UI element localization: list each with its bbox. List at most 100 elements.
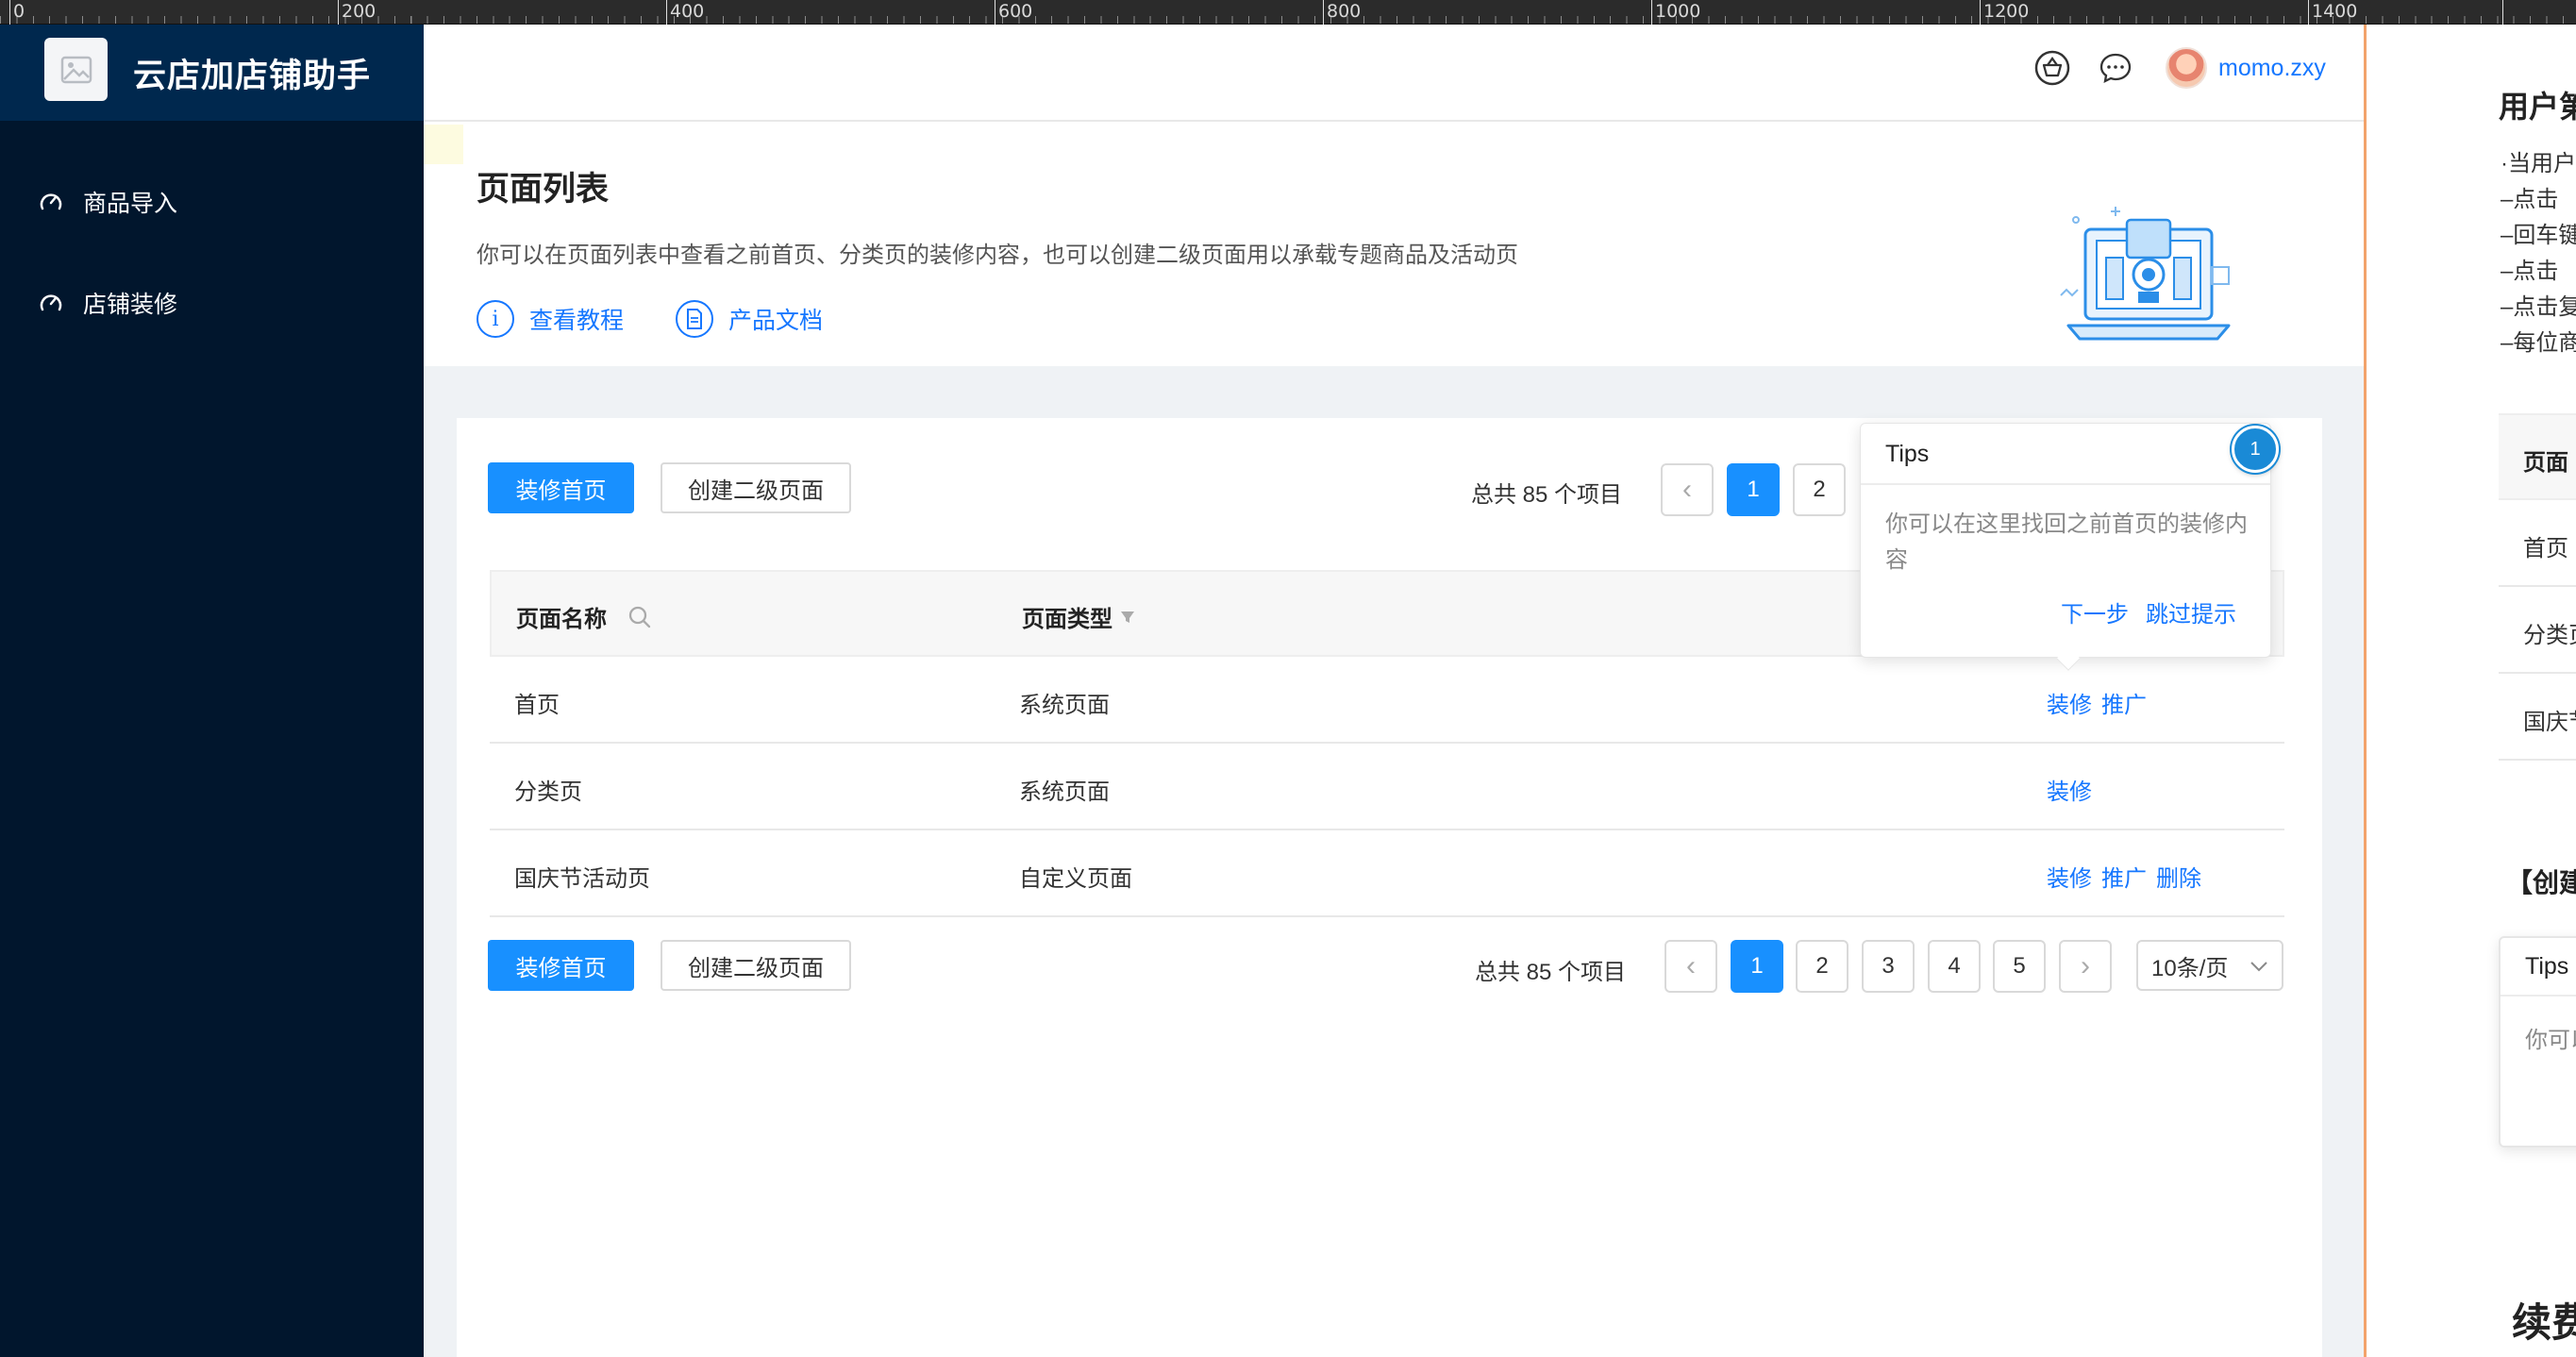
cell-page-name: 国庆节活动页 (514, 866, 650, 892)
chevron-left-icon: ‹ (1682, 474, 1692, 505)
ruler-tick (1323, 0, 1324, 25)
column-header-page-name: 页面名称 (516, 600, 652, 633)
delete-link[interactable]: 删除 (2156, 860, 2201, 893)
decorate-link[interactable]: 装修 (2047, 686, 2092, 719)
pagination-page[interactable]: 2 (1796, 940, 1848, 993)
ruler-label: 1400 (2312, 1, 2358, 22)
highlight-marker (424, 125, 463, 164)
ruler-label: 0 (13, 1, 25, 22)
pagination-page[interactable]: 5 (1993, 940, 2046, 993)
annotation-table-header-label: 页面 (2523, 450, 2568, 476)
ruler-label: 800 (1327, 1, 1362, 22)
table-row: 首页 系统页面 装修 推广 (490, 657, 2284, 744)
promote-link[interactable]: 推广 (2101, 686, 2147, 719)
link-label: 查看教程 (529, 308, 625, 334)
sidebar-item-shop-decoration[interactable]: 店铺装修 (38, 279, 177, 327)
annotation-bottom-title: 续费 (2512, 1300, 2576, 1345)
cell-page-type: 自定义页面 (1019, 866, 1132, 892)
right-annotation-panel: 用户第 ·当用户 –点击 –回车键 –点击 –点击复 –每位商 页面 首页 分类… (2369, 25, 2576, 1357)
annotation-line: –点击 (2501, 259, 2559, 284)
chat-bubble-icon[interactable] (2097, 49, 2134, 87)
tips-next-button[interactable]: 下一步 (2061, 595, 2129, 628)
table-row: 分类页 (2499, 587, 2576, 674)
annotation-cell: 国庆节 (2523, 710, 2576, 735)
annotation-cell: 分类页 (2523, 623, 2576, 648)
sidebar: 云店加店铺助手 商品导入 店铺装修 (0, 25, 424, 1357)
product-docs-link[interactable]: 产品文档 (676, 300, 823, 338)
page-description: 你可以在页面列表中查看之前首页、分类页的装修内容，也可以创建二级页面用以承载专题… (477, 243, 1518, 268)
brand-bar: 云店加店铺助手 (0, 25, 424, 121)
tips-popover: Tips 你可以在这里找回之前首页的装修内容 下一步 跳过提示 (1860, 423, 2271, 671)
tips-body: 你可以在这里找回之前首页的装修内容 (1885, 511, 2248, 573)
column-header-label: 页面名称 (516, 607, 607, 632)
column-header-label: 页面类型 (1022, 607, 1112, 632)
ruler-label: 400 (670, 1, 705, 22)
annotation-title: 用户第 (2499, 90, 2576, 124)
ruler-tick (2502, 0, 2503, 25)
pagination-prev-button[interactable]: ‹ (1664, 940, 1717, 993)
chevron-right-icon: › (2081, 950, 2090, 981)
app-title: 云店加店铺助手 (133, 58, 372, 94)
decorate-home-button[interactable]: 装修首页 (488, 462, 634, 513)
decorate-link[interactable]: 装修 (2047, 860, 2092, 893)
chevron-left-icon: ‹ (1686, 950, 1696, 981)
dashboard-gauge-icon (38, 188, 66, 216)
pagination-page[interactable]: 3 (1862, 940, 1915, 993)
table-row: 国庆节 (2499, 674, 2576, 761)
annotation-line: ·当用户 (2501, 151, 2576, 176)
create-subpage-button-bottom[interactable]: 创建二级页面 (661, 940, 851, 991)
row-actions: 装修 (2047, 773, 2092, 806)
pagination-page[interactable]: 4 (1928, 940, 1981, 993)
table-row: 首页 (2499, 500, 2576, 587)
page-title: 页面列表 (477, 171, 610, 208)
cell-page-name: 分类页 (514, 779, 582, 805)
step-badge[interactable]: 1 (2232, 426, 2279, 473)
ruler-label: 1000 (1655, 1, 1701, 22)
filter-icon[interactable] (1120, 610, 1135, 625)
annotation-tips-title: Tips (2525, 953, 2569, 980)
cell-page-type: 系统页面 (1019, 693, 1110, 718)
promote-link[interactable]: 推广 (2101, 860, 2147, 893)
table-row: 国庆节活动页 自定义页面 装修 推广 删除 (490, 830, 2284, 917)
cell-page-name: 首页 (514, 693, 560, 718)
annotation-line: –点击 (2501, 187, 2559, 212)
annotation-section-title: 【创建 (2506, 868, 2576, 897)
basket-icon[interactable] (2033, 49, 2071, 87)
tips-skip-button[interactable]: 跳过提示 (2146, 595, 2236, 628)
search-icon[interactable] (627, 605, 652, 629)
annotation-line: –回车键 (2501, 223, 2576, 248)
ruler-tick (1980, 0, 1981, 25)
chevron-down-icon (2250, 952, 2268, 979)
ruler-label: 600 (998, 1, 1033, 22)
pagination-total: 总共 85 个项目 (1471, 482, 1623, 508)
pagination-next-button[interactable]: › (2059, 940, 2112, 993)
ruler-label: 200 (342, 1, 376, 22)
decorate-link[interactable]: 装修 (2047, 773, 2092, 806)
pagination-page[interactable]: 1 (1727, 463, 1780, 516)
sidebar-item-product-import[interactable]: 商品导入 (38, 178, 177, 226)
decorate-home-button-bottom[interactable]: 装修首页 (488, 940, 634, 991)
avatar[interactable] (2166, 47, 2207, 89)
username-link[interactable]: momo.zxy (2218, 55, 2326, 82)
top-ruler: 0 200 400 600 800 1000 1200 1400 (0, 0, 2576, 25)
ruler-label: 1200 (1983, 1, 2030, 22)
divider (2501, 995, 2576, 997)
view-tutorial-link[interactable]: i 查看教程 (477, 300, 624, 338)
top-header: momo.zxy (424, 25, 2364, 122)
page-size-select[interactable]: 10条/页 (2136, 940, 2283, 991)
ruler-tick (338, 0, 339, 25)
pagination-page[interactable]: 2 (1793, 463, 1846, 516)
annotation-cell: 首页 (2523, 536, 2568, 561)
pagination-page[interactable]: 1 (1731, 940, 1783, 993)
pagination-total: 总共 85 个项目 (1475, 960, 1627, 985)
tips-actions: 下一步 跳过提示 (2061, 595, 2236, 628)
dashboard-gauge-icon (38, 289, 66, 317)
annotation-tips-card: Tips 你可以 (2499, 936, 2576, 1148)
create-subpage-button[interactable]: 创建二级页面 (661, 462, 851, 513)
logo-image-placeholder-icon (44, 38, 108, 101)
artboard: 云店加店铺助手 商品导入 店铺装修 momo.zxy 页面列表 你可以在页面列表… (0, 25, 2367, 1357)
annotation-tips-body: 你可以 (2525, 1028, 2576, 1053)
page-size-value: 10条/页 (2151, 955, 2229, 981)
ruler-tick (1651, 0, 1652, 25)
pagination-prev-button[interactable]: ‹ (1661, 463, 1714, 516)
